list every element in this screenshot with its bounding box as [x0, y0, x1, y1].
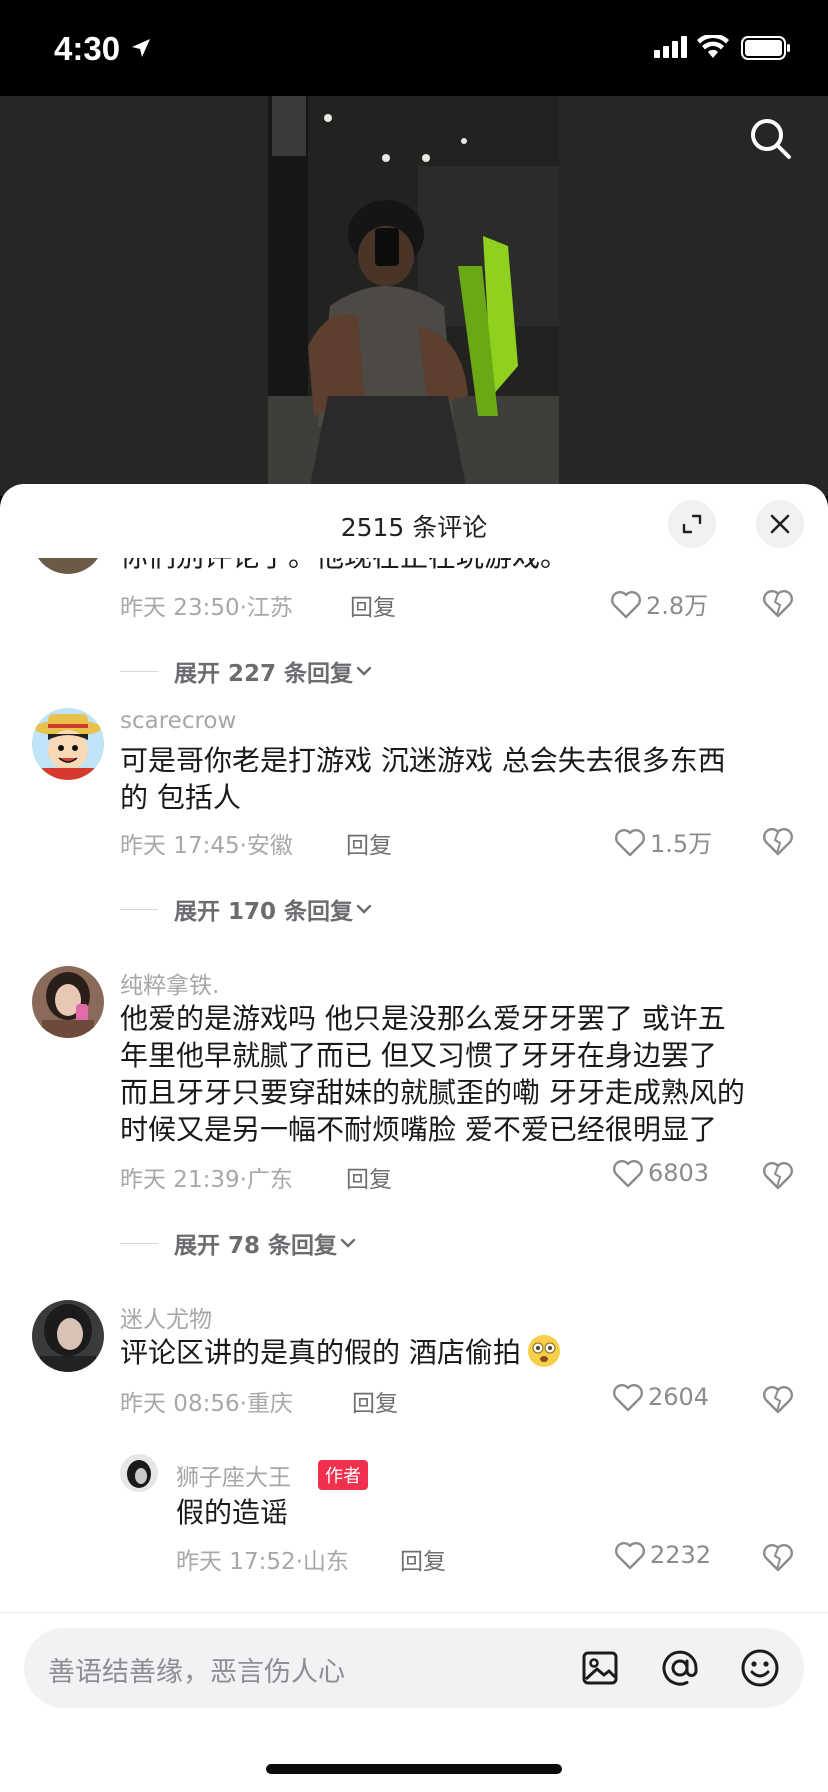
avatar[interactable] [32, 708, 104, 780]
status-time: 4:30 [54, 30, 121, 67]
expand-replies-button[interactable]: 展开 170 条回复 [120, 892, 375, 926]
comment-meta: 昨天 17:45·安徽 [120, 833, 293, 859]
expand-replies-button[interactable]: 展开 78 条回复 [120, 1226, 359, 1260]
comment-text: 评论区讲的是真的假的 酒店偷拍 [120, 1334, 561, 1371]
reply-button[interactable]: 回复 [346, 1160, 392, 1194]
avatar[interactable] [32, 966, 104, 1038]
comment-text: 年里他早就腻了而已 但又习惯了牙牙在身边罢了 [120, 1039, 717, 1072]
like-button[interactable]: 6803 [612, 1158, 709, 1188]
reply-button[interactable]: 回复 [350, 588, 396, 622]
location-arrow-icon [132, 39, 150, 57]
heart-icon [613, 1160, 643, 1188]
comment-text: 假的造谣 [176, 1496, 289, 1529]
home-indicator [266, 1764, 562, 1774]
like-count: 6803 [648, 1159, 710, 1187]
chevron-down-icon [340, 1238, 356, 1248]
like-button[interactable]: 2.8万 [610, 586, 708, 621]
broken-heart-icon[interactable] [762, 1384, 794, 1414]
username[interactable]: scarecrow [120, 708, 236, 734]
username[interactable]: 迷人尤物 [120, 1300, 212, 1334]
battery-icon [741, 36, 790, 60]
comment-text: 他爱的是游戏吗 他只是没那么爱牙牙罢了 或许五 [120, 1002, 726, 1035]
username[interactable]: 狮子座大王 [176, 1458, 291, 1492]
broken-heart-icon[interactable] [762, 1542, 794, 1572]
flushed-emoji-icon [527, 1335, 560, 1367]
comment-text: 你们别评论了。他现在正在玩游戏。 [120, 558, 568, 575]
comment-meta: 昨天 17:52·山东 [176, 1549, 349, 1575]
like-button[interactable]: 2232 [614, 1540, 711, 1570]
at-icon[interactable] [656, 1644, 704, 1692]
broken-heart-icon[interactable] [762, 588, 794, 618]
comment-text: 可是哥你老是打游戏 沉迷游戏 总会失去很多东西 [120, 744, 726, 777]
username[interactable]: 纯粹拿铁. [120, 966, 219, 1000]
avatar[interactable] [120, 1454, 158, 1492]
comment-meta: 昨天 23:50·江苏 [120, 595, 293, 621]
expand-button[interactable] [668, 500, 716, 548]
heart-icon [613, 1384, 643, 1412]
chevron-down-icon [356, 904, 372, 914]
gym-selfie-image [268, 96, 559, 496]
chevron-down-icon [356, 666, 372, 676]
user-photo-avatar-image [32, 966, 104, 1038]
video-thumbnail [268, 96, 559, 496]
comment-text: 而且牙牙只要穿甜妹的就腻歪的嘞 牙牙走成熟风的 [120, 1076, 745, 1109]
comment-meta: 昨天 08:56·重庆 [120, 1391, 293, 1417]
close-button[interactable] [756, 500, 804, 548]
search-icon[interactable] [746, 114, 794, 162]
author-badge: 作者 [318, 1460, 368, 1490]
heart-icon [615, 1542, 645, 1570]
user-photo-avatar-image [120, 1454, 158, 1492]
emoji-icon[interactable] [736, 1644, 784, 1692]
cellular-signal-icon [654, 36, 687, 58]
luffy-avatar-image [32, 708, 104, 780]
like-button[interactable]: 1.5万 [614, 824, 712, 859]
reply-button[interactable]: 回复 [346, 826, 392, 860]
like-count: 2.8万 [646, 592, 709, 620]
comments-sheet: 2515 条评论 你们别评论了。他现在正在玩游戏。 昨天 23:50·江苏 回复… [0, 484, 828, 1792]
image-icon[interactable] [576, 1644, 624, 1692]
heart-icon [615, 828, 645, 856]
divider [0, 1612, 828, 1613]
reply-button[interactable]: 回复 [352, 1384, 398, 1418]
like-count: 2232 [650, 1541, 712, 1569]
expand-icon [682, 514, 702, 534]
comment-text: 时候又是另一幅不耐烦嘴脸 爱不爱已经很明显了 [120, 1113, 717, 1146]
video-player[interactable] [0, 96, 828, 496]
comment-input[interactable]: 善语结善缘，恶言伤人心 [48, 1650, 345, 1689]
wifi-icon [697, 35, 729, 58]
status-bar: 4:30 [0, 0, 828, 96]
close-icon [770, 514, 790, 534]
comment-list[interactable]: 你们别评论了。他现在正在玩游戏。 昨天 23:50·江苏 回复 2.8万 展开 … [0, 558, 828, 1598]
broken-heart-icon[interactable] [762, 826, 794, 856]
broken-heart-icon[interactable] [762, 1160, 794, 1190]
avatar[interactable] [32, 1300, 104, 1372]
heart-icon [611, 590, 641, 618]
comment-input-bar[interactable]: 善语结善缘，恶言伤人心 [24, 1628, 804, 1708]
like-count: 2604 [648, 1383, 710, 1411]
comment-meta: 昨天 21:39·广东 [120, 1167, 293, 1193]
avatar[interactable] [32, 558, 104, 574]
comment-text: 的 包括人 [120, 781, 241, 814]
reply-button[interactable]: 回复 [400, 1542, 446, 1576]
expand-replies-button[interactable]: 展开 227 条回复 [120, 654, 375, 688]
user-photo-avatar-image [32, 1300, 104, 1372]
like-button[interactable]: 2604 [612, 1382, 709, 1412]
like-count: 1.5万 [650, 830, 713, 858]
